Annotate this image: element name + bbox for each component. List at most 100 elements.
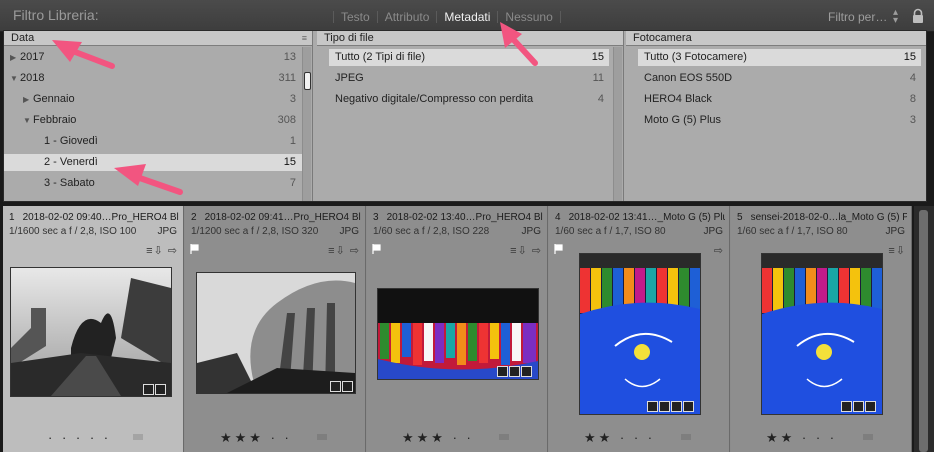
expand-triangle-icon[interactable]: ▶ (23, 91, 33, 108)
photo-thumbnail[interactable] (196, 272, 356, 394)
metadata-badges-icon[interactable]: ≡⇩ ⇨ (510, 244, 542, 257)
list-item-febbraio[interactable]: ▼ Febbraio 308 (4, 112, 302, 129)
camera-column: Fotocamera Tutto (3 Fotocamere) 15 Canon… (626, 31, 926, 201)
row-count: 11 (592, 72, 604, 84)
row-label: 3 - Sabato (44, 177, 95, 189)
tab-metadati[interactable]: Metadati (437, 10, 497, 24)
photo-thumbnail[interactable] (761, 253, 883, 415)
list-item-gennaio[interactable]: ▶ Gennaio 3 (4, 91, 302, 108)
row-count: 3 (909, 114, 916, 126)
star-rating[interactable]: ★★ · · · (766, 430, 837, 446)
thumbnail-grid: 1 2018-02-02 09:40…Pro_HERO4 Black 1/1600… (3, 206, 912, 452)
tab-attributo[interactable]: Attributo (378, 10, 437, 24)
row-count: 13 (283, 51, 296, 63)
list-item-hero4[interactable]: HERO4 Black 8 (638, 91, 921, 108)
file-type-column-scrollbar[interactable] (613, 47, 622, 201)
row-count: 3 (289, 93, 296, 105)
tab-testo[interactable]: Testo (334, 10, 377, 24)
row-label: HERO4 Black (644, 93, 712, 105)
metadata-badges-icon[interactable]: ≡⇩ (888, 244, 906, 257)
photo-overlay-icons (647, 401, 694, 412)
file-type-column-header[interactable]: Tipo di file (317, 31, 623, 46)
camera-column-header[interactable]: Fotocamera (626, 31, 926, 46)
flag-icon[interactable] (372, 244, 381, 254)
row-label: Negativo digitale/Compresso con perdita (335, 93, 534, 105)
list-item-venerdi[interactable]: 2 - Venerdì 15 (4, 154, 302, 171)
expand-triangle-icon[interactable]: ▶ (10, 49, 20, 66)
column-divider[interactable] (623, 31, 624, 201)
photo-thumbnail[interactable] (579, 253, 701, 415)
collapse-triangle-icon[interactable]: ▼ (10, 70, 20, 87)
library-filter-bar: Filtro Libreria: Testo Attributo Metadat… (0, 0, 934, 32)
row-count: 7 (289, 177, 296, 189)
cell-title: 3 2018-02-02 13:40…Pro_HERO4 Black (373, 212, 543, 223)
metadata-badges-icon[interactable]: ≡⇩ ⇨ (328, 244, 360, 257)
grid-cell-5[interactable]: 5 sensei-2018-02-0…la_Moto G (5) Plus 1/6… (731, 206, 912, 452)
color-label[interactable] (317, 434, 327, 440)
cell-title: 1 2018-02-02 09:40…Pro_HERO4 Black (9, 212, 179, 223)
row-count: 311 (278, 72, 296, 84)
list-item-jpeg[interactable]: JPEG 11 (329, 70, 609, 87)
row-label: 2018 (20, 72, 45, 84)
row-label: Tutto (2 Tipi di file) (335, 51, 426, 63)
row-label: 2 - Venerdì (44, 156, 98, 168)
star-rating[interactable]: ★★★ · · (402, 430, 474, 446)
lock-icon[interactable] (910, 8, 926, 24)
preset-stepper-icon[interactable]: ▴ ▾ (893, 8, 898, 26)
color-label[interactable] (681, 434, 691, 440)
data-column-list: ▶ 2017 13 ▼ 2018 311 ▶ Gennaio 3 ▼ Febbraio … (4, 46, 312, 201)
list-item-canon-eos[interactable]: Canon EOS 550D 4 (638, 70, 921, 87)
list-item-tutto-tipi[interactable]: Tutto (2 Tipi di file) 15 (329, 49, 609, 66)
grid-cell-2[interactable]: 2 2018-02-02 09:41…Pro_HERO4 Black 1/1200… (185, 206, 366, 452)
camera-column-list: Tutto (3 Fotocamere) 15 Canon EOS 550D 4… (626, 46, 926, 201)
cell-exif: 1/60 sec a f / 2,8, ISO 228 (373, 226, 490, 237)
photo-overlay-icons (330, 381, 353, 392)
metadata-badges-icon[interactable]: ⇨ (714, 244, 724, 257)
collapse-triangle-icon[interactable]: ▼ (23, 112, 33, 129)
cell-file-ext: JPG (885, 226, 905, 237)
data-column-scrollbar[interactable] (302, 47, 311, 201)
list-item-2018[interactable]: ▼ 2018 311 (4, 70, 302, 87)
cell-exif: 1/60 sec a f / 1,7, ISO 80 (555, 226, 666, 237)
flag-icon[interactable] (554, 244, 563, 254)
list-item-giovedi[interactable]: 1 - Giovedì 1 (4, 133, 302, 150)
list-item-negativo-digitale[interactable]: Negativo digitale/Compresso con perdita … (329, 91, 609, 108)
cell-exif: 1/1600 sec a f / 2,8, ISO 100 (9, 226, 137, 237)
photo-thumbnail[interactable] (10, 267, 172, 397)
color-label[interactable] (863, 434, 873, 440)
star-rating[interactable]: · · · · · (48, 430, 111, 445)
photo-overlay-icons (841, 401, 876, 412)
grid-cell-1[interactable]: 1 2018-02-02 09:40…Pro_HERO4 Black 1/1600… (3, 206, 184, 452)
column-divider[interactable] (312, 31, 313, 201)
row-label: Canon EOS 550D (644, 72, 733, 84)
column-title: Data (11, 32, 35, 44)
list-item-tutto-fotocamere[interactable]: Tutto (3 Fotocamere) 15 (638, 49, 921, 66)
flag-icon[interactable] (190, 244, 199, 254)
grid-cell-3[interactable]: 3 2018-02-02 13:40…Pro_HERO4 Black 1/60 s… (367, 206, 548, 452)
row-label: Moto G (5) Plus (644, 114, 722, 126)
star-rating[interactable]: ★★ · · · (584, 430, 655, 446)
list-item-moto-g[interactable]: Moto G (5) Plus 3 (638, 112, 921, 129)
column-title: Tipo di file (324, 32, 374, 44)
grid-scrollbar[interactable] (914, 206, 934, 452)
metadata-badges-icon[interactable]: ≡⇩ ⇨ (146, 244, 178, 257)
grid-cell-4[interactable]: 4 2018-02-02 13:41…_Moto G (5) Plus 1/60 … (549, 206, 730, 452)
color-label[interactable] (499, 434, 509, 440)
row-count: 15 (283, 156, 296, 168)
scrollbar-thumb[interactable] (304, 72, 311, 90)
tab-nessuno[interactable]: Nessuno (498, 10, 559, 24)
scrollbar-thumb[interactable] (919, 210, 928, 452)
cell-file-ext: JPG (521, 226, 541, 237)
list-item-sabato[interactable]: 3 - Sabato 7 (4, 175, 302, 192)
data-column-header[interactable]: Data ≡ (4, 31, 312, 46)
list-item-2017[interactable]: ▶ 2017 13 (4, 49, 302, 66)
color-label[interactable] (133, 434, 143, 440)
row-count: 15 (591, 51, 604, 63)
file-type-column: Tipo di file Tutto (2 Tipi di file) 15 J… (317, 31, 623, 201)
row-count: 308 (277, 114, 296, 126)
tab-separator (559, 11, 561, 23)
cell-title: 4 2018-02-02 13:41…_Moto G (5) Plus (555, 212, 725, 223)
column-menu-icon[interactable]: ≡ (302, 31, 307, 46)
star-rating[interactable]: ★★★ · · (220, 430, 292, 446)
filter-preset-dropdown[interactable]: Filtro per… (828, 10, 887, 24)
